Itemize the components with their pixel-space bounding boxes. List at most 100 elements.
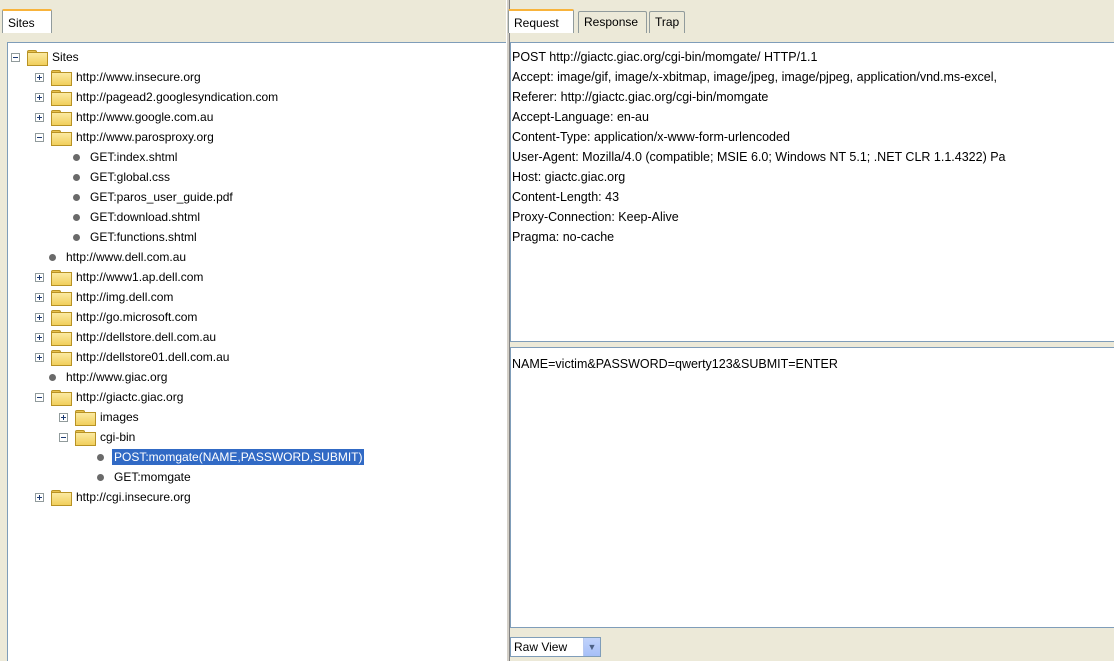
expand-icon[interactable] [35,112,44,122]
folder-icon [27,50,48,66]
tree-folder-node[interactable]: http://go.microsoft.com [35,307,199,327]
expand-icon[interactable] [35,92,44,102]
folder-icon [51,130,72,146]
tree-node-label[interactable]: http://dellstore.dell.com.au [74,329,218,345]
tree-folder-node[interactable]: http://www.insecure.org [35,67,203,87]
request-header-line: Host: giactc.giac.org [512,170,626,184]
tree-node-label[interactable]: Sites [50,49,81,65]
collapse-icon[interactable] [59,432,68,442]
bullet-icon [49,373,56,381]
tree-node-label[interactable]: GET:download.shtml [88,209,202,225]
tree-folder-node[interactable]: http://cgi.insecure.org [35,487,193,507]
collapse-icon[interactable] [35,392,44,402]
tree-node-label[interactable]: http://www.giac.org [64,369,169,385]
request-header-line: Content-Length: 43 [512,190,620,204]
folder-icon [51,490,72,506]
tree-folder-node[interactable]: images [59,407,141,427]
bullet-icon [73,153,80,161]
expand-icon[interactable] [59,412,68,422]
tree-node-label[interactable]: http://giactc.giac.org [74,389,185,405]
bullet-icon [73,193,80,201]
folder-icon [51,310,72,326]
tree-node-label[interactable]: http://cgi.insecure.org [74,489,193,505]
tree-node-label[interactable]: http://www.insecure.org [74,69,203,85]
tree-folder-node[interactable]: Sites [11,47,81,67]
bullet-icon [73,213,80,221]
tree-node-label[interactable]: http://dellstore01.dell.com.au [74,349,231,365]
tree-node-label[interactable]: http://pagead2.googlesyndication.com [74,89,280,105]
expand-icon[interactable] [35,272,44,282]
tab-sites[interactable]: Sites [2,9,52,33]
bullet-icon [73,233,80,241]
tree-folder-node[interactable]: http://dellstore01.dell.com.au [35,347,231,367]
tree-leaf-node[interactable]: http://www.dell.com.au [49,247,188,267]
tab-response[interactable]: Response [578,11,647,33]
tree-folder-node[interactable]: http://www.parosproxy.org [35,127,216,147]
tree-node-label[interactable]: http://www.google.com.au [74,109,215,125]
tree-leaf-node[interactable]: GET:functions.shtml [73,227,199,247]
tree-node-label[interactable]: GET:functions.shtml [88,229,199,245]
tree-folder-node[interactable]: http://pagead2.googlesyndication.com [35,87,280,107]
view-mode-value: Raw View [514,640,568,654]
tree-folder-node[interactable]: http://www.google.com.au [35,107,215,127]
tree-folder-node[interactable]: cgi-bin [59,427,137,447]
tree-node-label[interactable]: http://go.microsoft.com [74,309,199,325]
tree-node-label[interactable]: GET:momgate [112,469,193,485]
tree-node-label[interactable]: http://img.dell.com [74,289,175,305]
tree-leaf-node[interactable]: GET:global.css [73,167,172,187]
tree-node-label[interactable]: GET:index.shtml [88,149,179,165]
request-header-text[interactable]: POST http://giactc.giac.org/cgi-bin/momg… [510,42,1114,342]
tree-node-label[interactable]: GET:paros_user_guide.pdf [88,189,235,205]
tree-node-label[interactable]: images [98,409,141,425]
tree-node-label[interactable]: http://www.parosproxy.org [74,129,216,145]
message-tabbar: Request Response Trap [508,9,1114,33]
request-body-text[interactable]: NAME=victim&PASSWORD=qwerty123&SUBMIT=EN… [510,347,1114,628]
tree-node-label[interactable]: POST:momgate(NAME,PASSWORD,SUBMIT) [112,449,365,465]
folder-icon [75,410,96,426]
request-header-line: Pragma: no-cache [512,230,615,244]
expand-icon[interactable] [35,492,44,502]
message-pane: Request Response Trap POST http://giactc… [508,0,1114,661]
tree-folder-node[interactable]: http://www1.ap.dell.com [35,267,205,287]
tree-leaf-node[interactable]: POST:momgate(NAME,PASSWORD,SUBMIT) [97,447,365,467]
request-header-line: Accept: image/gif, image/x-xbitmap, imag… [512,70,997,84]
tab-request[interactable]: Request [508,9,574,33]
tree-node-label[interactable]: cgi-bin [98,429,137,445]
tree-folder-node[interactable]: http://img.dell.com [35,287,175,307]
tree-leaf-node[interactable]: GET:download.shtml [73,207,202,227]
tree-leaf-node[interactable]: GET:momgate [97,467,193,487]
tree-node-label[interactable]: http://www1.ap.dell.com [74,269,205,285]
expand-icon[interactable] [35,332,44,342]
collapse-icon[interactable] [35,132,44,142]
sites-tree: Sites http://www.insecure.org http://pagea… [7,42,506,661]
tree-node-label[interactable]: GET:global.css [88,169,172,185]
tree-leaf-node[interactable]: GET:paros_user_guide.pdf [73,187,235,207]
expand-icon[interactable] [35,72,44,82]
sites-tabbar: Sites [0,9,506,33]
view-mode-select[interactable]: Raw View ▼ [510,637,601,657]
tree-leaf-node[interactable]: GET:index.shtml [73,147,179,167]
request-body-line: NAME=victim&PASSWORD=qwerty123&SUBMIT=EN… [512,357,838,371]
tree-leaf-node[interactable]: http://www.giac.org [49,367,169,387]
folder-icon [75,430,96,446]
folder-icon [51,270,72,286]
tree-folder-node[interactable]: http://dellstore.dell.com.au [35,327,218,347]
expand-icon[interactable] [35,292,44,302]
tree-node-label[interactable]: http://www.dell.com.au [64,249,188,265]
sites-pane: Sites Sites http://www.insecure.org http:/… [0,0,506,661]
chevron-down-icon[interactable]: ▼ [583,638,600,656]
collapse-icon[interactable] [11,52,20,62]
request-header-line: Accept-Language: en-au [512,110,649,124]
request-header-line: Content-Type: application/x-www-form-url… [512,130,790,144]
folder-icon [51,330,72,346]
expand-icon[interactable] [35,352,44,362]
folder-icon [51,390,72,406]
folder-icon [51,350,72,366]
request-header-line: POST http://giactc.giac.org/cgi-bin/momg… [512,50,818,64]
folder-icon [51,110,72,126]
tree-folder-node[interactable]: http://giactc.giac.org [35,387,185,407]
bullet-icon [49,253,56,261]
folder-icon [51,70,72,86]
tab-trap[interactable]: Trap [649,11,685,33]
expand-icon[interactable] [35,312,44,322]
